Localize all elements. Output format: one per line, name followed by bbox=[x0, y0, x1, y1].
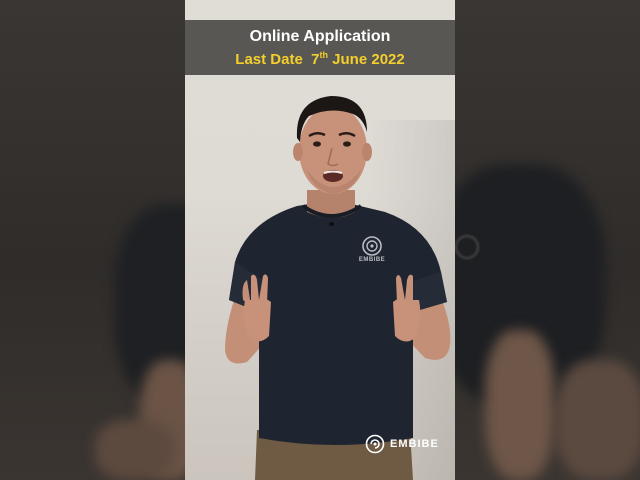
blurred-hand bbox=[485, 330, 555, 480]
last-date-month-year: June 2022 bbox=[332, 51, 405, 68]
blurred-side-panel-right bbox=[455, 0, 640, 480]
watermark-text: EMBIBE bbox=[390, 438, 439, 450]
last-date-day: 7 bbox=[311, 51, 320, 68]
banner-title: Online Application bbox=[249, 28, 391, 45]
video-player[interactable]: EMBIBE Online Application Last Date 7th … bbox=[0, 0, 640, 480]
banner-last-date: Last Date 7th June 2022 bbox=[185, 50, 455, 68]
blurred-side-panel-left bbox=[0, 0, 185, 480]
blurred-arm bbox=[555, 360, 640, 480]
blurred-arm bbox=[95, 420, 175, 480]
embibe-logo-icon bbox=[365, 434, 385, 454]
announcement-banner: Online Application Last Date 7th June 20… bbox=[185, 20, 455, 75]
shirt-logo-text: EMBIBE bbox=[359, 257, 385, 263]
blurred-logo-icon bbox=[455, 235, 479, 259]
watermark: EMBIBE bbox=[365, 434, 439, 454]
last-date-day-suffix: th bbox=[319, 50, 329, 60]
last-date-label: Last Date bbox=[235, 51, 303, 68]
video-frame: EMBIBE Online Application Last Date 7th … bbox=[185, 0, 455, 480]
